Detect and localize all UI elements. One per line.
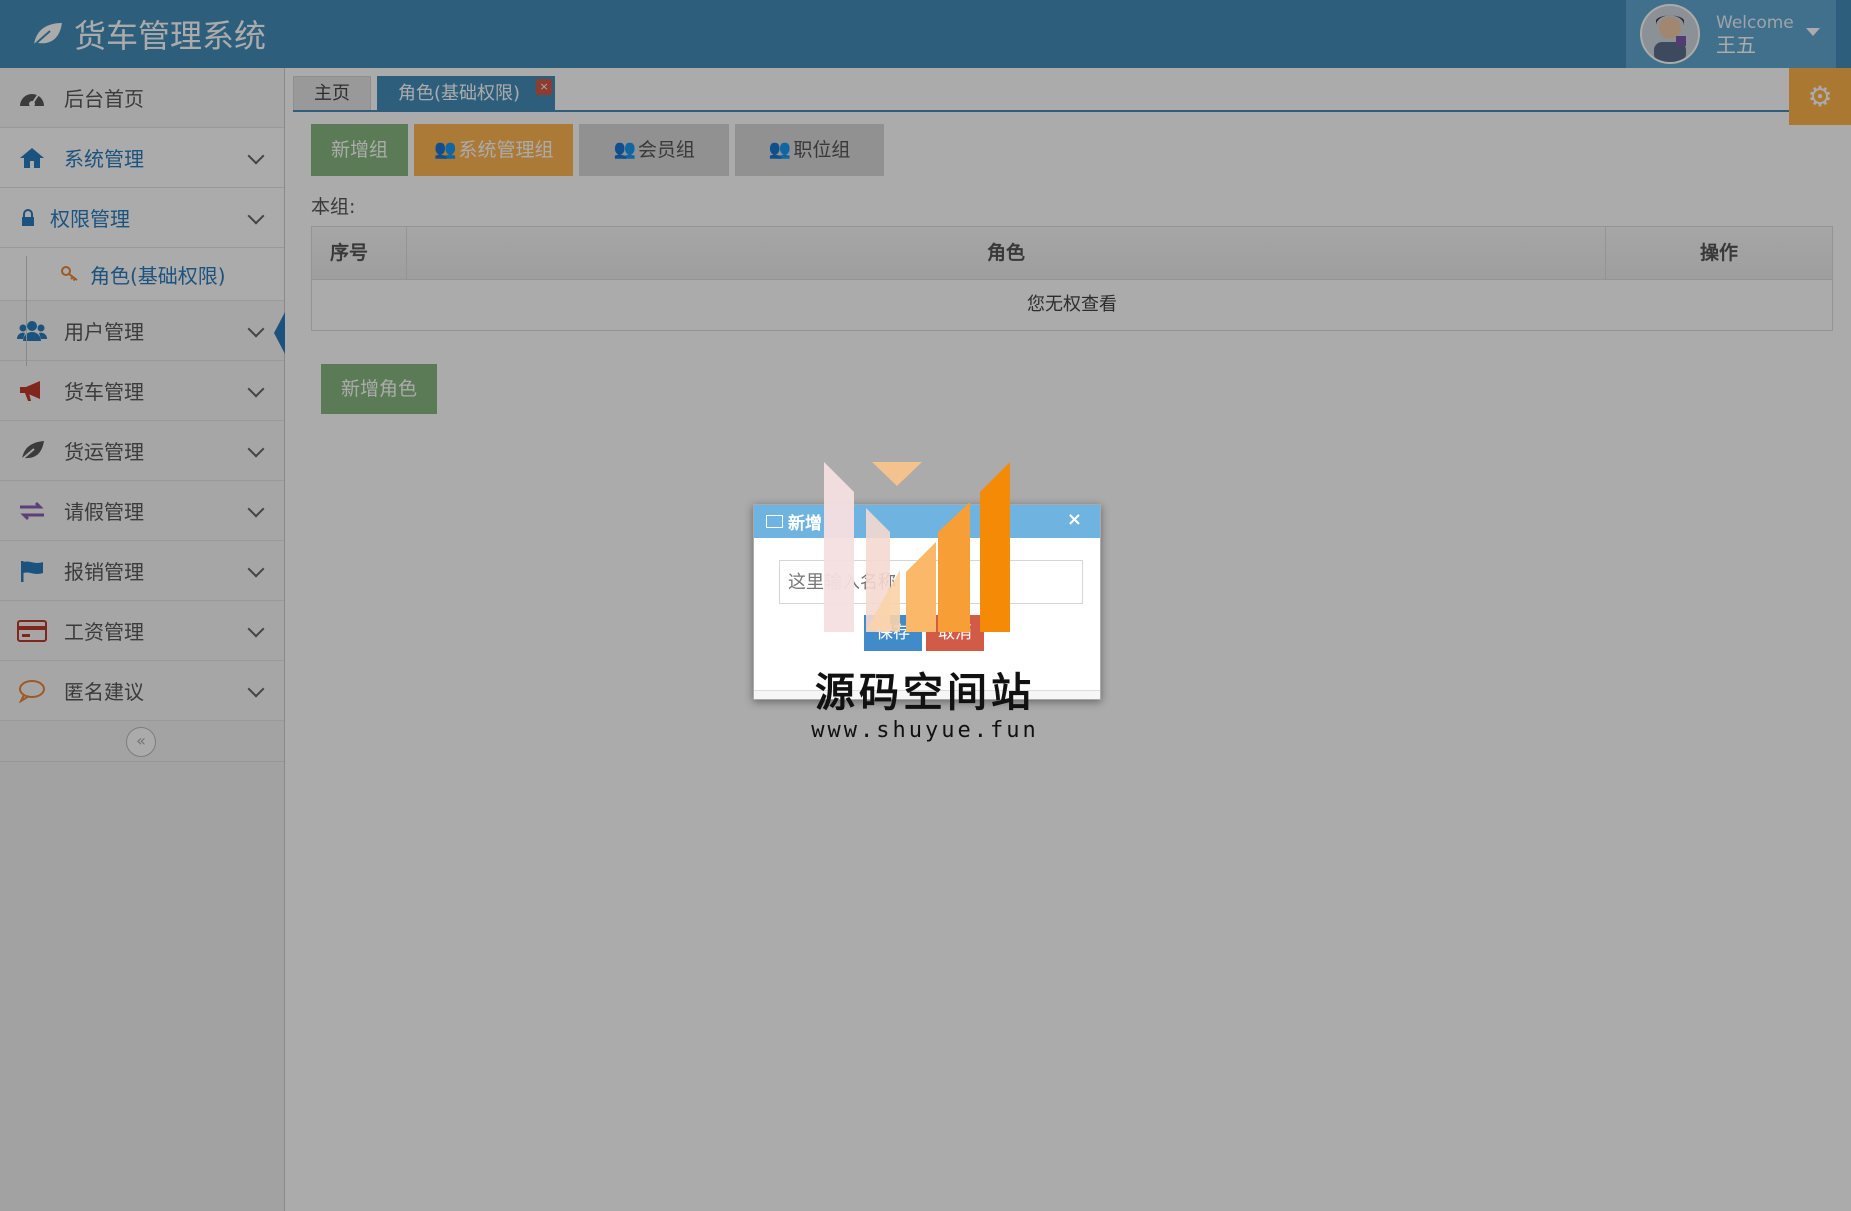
window-icon (766, 515, 783, 528)
close-icon[interactable]: × (1067, 509, 1082, 530)
watermark-url: www.shuyue.fun (811, 718, 1039, 743)
watermark-title: 源码空间站 (815, 670, 1035, 716)
